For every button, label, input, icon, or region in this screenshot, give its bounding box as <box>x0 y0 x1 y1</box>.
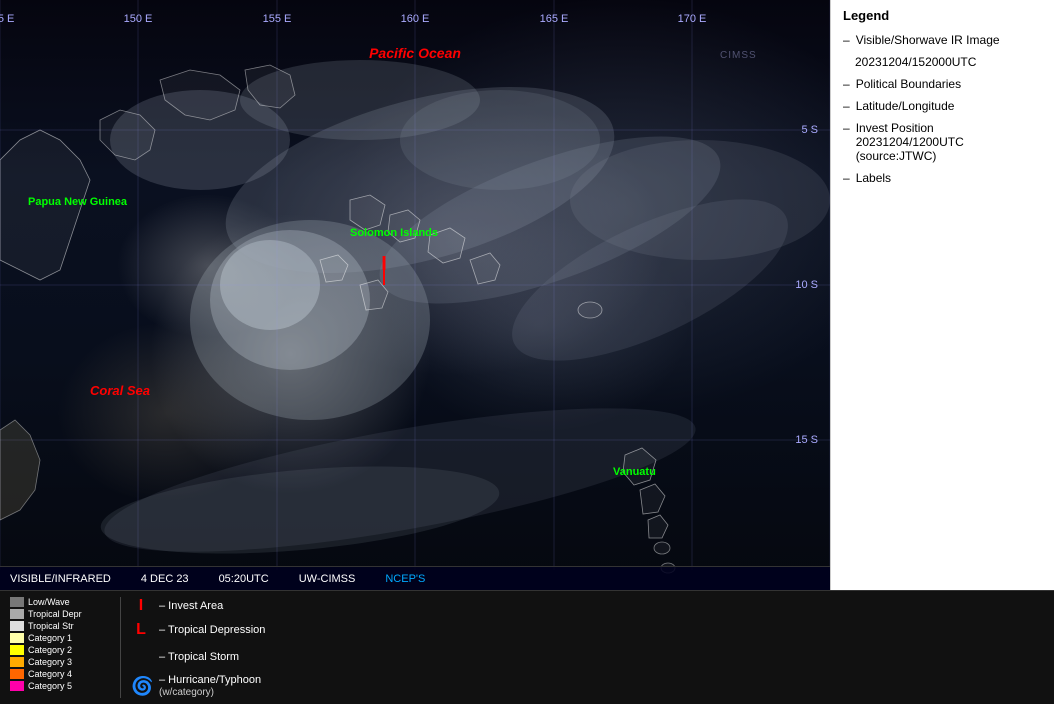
svg-text:Pacific Ocean: Pacific Ocean <box>369 45 461 61</box>
legend-item-invest: – Invest Position 20231204/1200UTC(sourc… <box>843 121 1042 163</box>
svg-text:Papua New Guinea: Papua New Guinea <box>28 196 128 208</box>
svg-text:10 S: 10 S <box>795 279 818 291</box>
depression-symbol: L <box>131 621 151 639</box>
invest-symbol: I <box>131 597 151 615</box>
intensity-cat5: Category 5 <box>10 681 100 691</box>
bottom-legend: Low/Wave Tropical Depr Tropical Str Cate… <box>0 590 1054 704</box>
intensity-cat4: Category 4 <box>10 669 100 679</box>
map-type-label: VISIBLE/INFRARED <box>10 573 111 585</box>
svg-text:170 E: 170 E <box>678 13 707 25</box>
main-content: 145 E 150 E 155 E 160 E 165 E 170 E 5 S … <box>0 0 1054 590</box>
map-date-label: 4 DEC 23 <box>141 573 189 585</box>
intensity-label-cat5: Category 5 <box>28 681 72 691</box>
symbol-storm: 𝒼 – Tropical Storm <box>131 645 265 668</box>
legend-item-political: – Political Boundaries <box>843 77 1042 91</box>
intensity-color-cat3 <box>10 657 24 667</box>
intensity-label-cat1: Category 1 <box>28 633 72 643</box>
svg-text:155 E: 155 E <box>263 13 292 25</box>
svg-text:160 E: 160 E <box>401 13 430 25</box>
intensity-label-low: Low/Wave <box>28 597 70 607</box>
symbol-legend: I – Invest Area L – Tropical Depression … <box>120 597 265 698</box>
intensity-label-cat2: Category 2 <box>28 645 72 655</box>
intensity-label-cat4: Category 4 <box>28 669 72 679</box>
intensity-color-cat2 <box>10 645 24 655</box>
legend-item-labels: – Labels <box>843 171 1042 185</box>
storm-desc: – Tropical Storm <box>159 651 239 663</box>
legend-item-latlon-text: Latitude/Longitude <box>856 99 955 113</box>
intensity-color-cat1 <box>10 633 24 643</box>
intensity-cat2: Category 2 <box>10 645 100 655</box>
intensity-cat1: Category 1 <box>10 633 100 643</box>
legend-timestamp-text: 20231204/152000UTC <box>843 55 976 69</box>
legend-item-labels-text: Labels <box>856 171 891 185</box>
intensity-color-td <box>10 609 24 619</box>
symbol-invest: I – Invest Area <box>131 597 265 615</box>
svg-text:150 E: 150 E <box>124 13 153 25</box>
intensity-label-td: Tropical Depr <box>28 609 82 619</box>
svg-text:CIMSS: CIMSS <box>720 50 757 61</box>
symbol-depression: L – Tropical Depression <box>131 621 265 639</box>
map-source-label: UW-CIMSS <box>299 573 356 585</box>
ncep-link[interactable]: NCEP'S <box>385 573 425 585</box>
intensity-cat3: Category 3 <box>10 657 100 667</box>
legend-item-invest-text: Invest Position 20231204/1200UTC(source:… <box>856 121 1042 163</box>
hurricane-desc: – Hurricane/Typhoon(w/category) <box>159 674 261 698</box>
intensity-color-cat5 <box>10 681 24 691</box>
svg-text:Vanuatu: Vanuatu <box>613 466 656 478</box>
svg-text:165 E: 165 E <box>540 13 569 25</box>
hurricane-symbol: 🌀 <box>131 676 151 697</box>
legend-item-latlon: – Latitude/Longitude <box>843 99 1042 113</box>
svg-text:5 S: 5 S <box>801 124 818 136</box>
symbol-hurricane: 🌀 – Hurricane/Typhoon(w/category) <box>131 674 265 698</box>
map-time-label: 05:20UTC <box>219 573 269 585</box>
intensity-label-ts: Tropical Str <box>28 621 74 631</box>
legend-title: Legend <box>843 8 1042 23</box>
intensity-tropical-depr: Tropical Depr <box>10 609 100 619</box>
svg-text:Solomon Islands: Solomon Islands <box>350 227 438 239</box>
legend-panel: Legend – Visible/Shorwave IR Image 20231… <box>830 0 1054 590</box>
map-svg: 145 E 150 E 155 E 160 E 165 E 170 E 5 S … <box>0 0 830 590</box>
legend-item-image: – Visible/Shorwave IR Image <box>843 33 1042 47</box>
intensity-color-ts <box>10 621 24 631</box>
legend-item-timestamp: 20231204/152000UTC <box>843 55 1042 69</box>
legend-item-political-text: Political Boundaries <box>856 77 961 91</box>
intensity-color-cat4 <box>10 669 24 679</box>
svg-text:145 E: 145 E <box>0 13 14 25</box>
svg-text:Coral Sea: Coral Sea <box>90 383 150 398</box>
svg-text:15 S: 15 S <box>795 434 818 446</box>
intensity-label-cat3: Category 3 <box>28 657 72 667</box>
intensity-tropical-str: Tropical Str <box>10 621 100 631</box>
intensity-low-wave: Low/Wave <box>10 597 100 607</box>
storm-symbol: 𝒼 <box>131 645 151 668</box>
depression-desc: – Tropical Depression <box>159 624 265 636</box>
map-area: 145 E 150 E 155 E 160 E 165 E 170 E 5 S … <box>0 0 830 590</box>
invest-desc: – Invest Area <box>159 600 223 612</box>
intensity-color-low <box>10 597 24 607</box>
intensity-legend: Low/Wave Tropical Depr Tropical Str Cate… <box>10 597 100 698</box>
map-footer: VISIBLE/INFRARED 4 DEC 23 05:20UTC UW-CI… <box>0 566 830 590</box>
legend-item-image-text: Visible/Shorwave IR Image <box>856 33 1000 47</box>
